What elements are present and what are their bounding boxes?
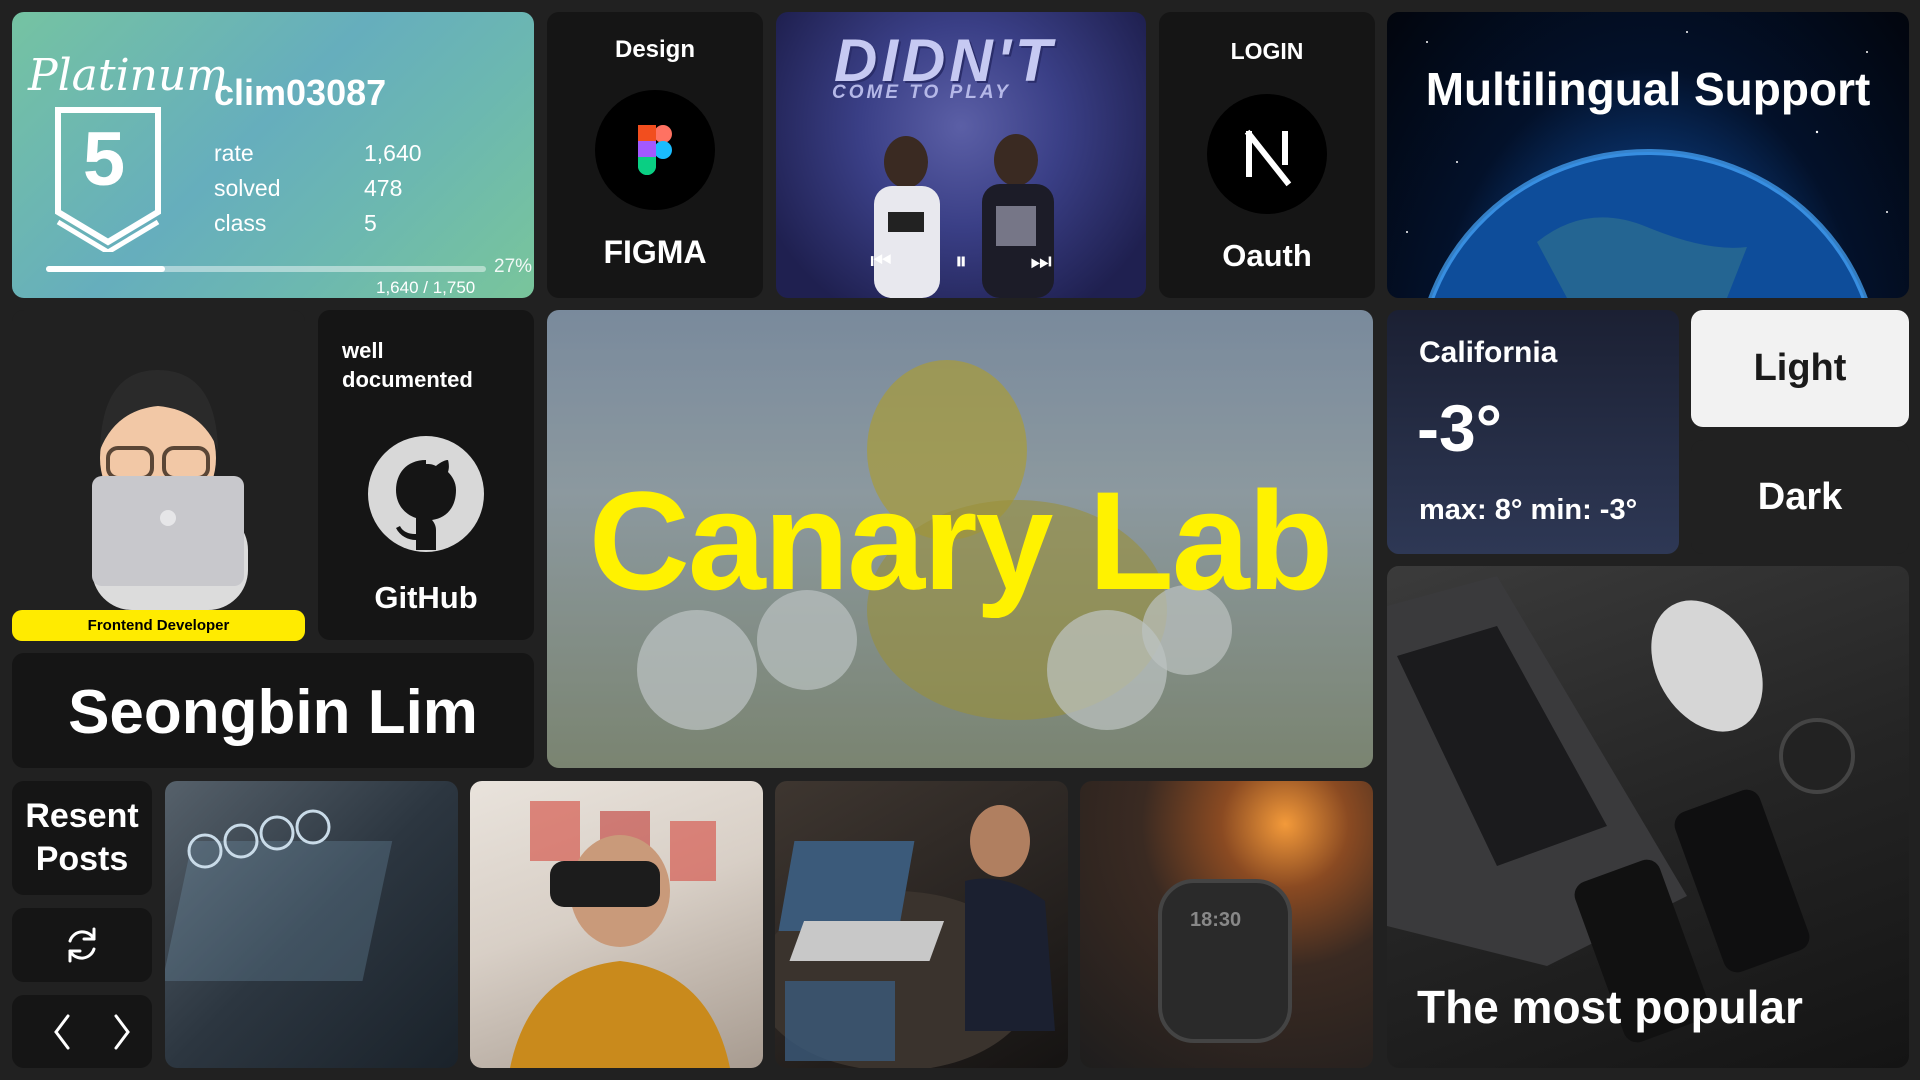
progress-percent: 27% [494, 256, 533, 277]
name-card: Seongbin Lim [12, 653, 534, 768]
tagline-line: documented [342, 367, 473, 392]
post-image-laptops [775, 805, 1055, 1068]
avatar-card [12, 310, 305, 642]
nextjs-logo-icon [1207, 94, 1327, 214]
solved-stats-card[interactable]: Platinum 5 clim03087 rate 1,640 solved 4… [12, 12, 534, 298]
recent-posts-text: Resent Posts [12, 795, 152, 881]
refresh-button[interactable] [12, 908, 152, 982]
tier-number: 5 [82, 117, 126, 202]
github-tagline: well documented [342, 336, 473, 394]
post-thumbnail[interactable] [470, 781, 763, 1068]
weather-temperature: -3° [1417, 391, 1503, 465]
stat-label: class [214, 210, 267, 236]
progress-bar-fill [46, 266, 165, 272]
pause-button[interactable]: ⏸ [941, 244, 981, 280]
tier-name: Platinum [28, 50, 229, 101]
hero-title: Canary Lab [588, 462, 1333, 619]
role-badge: Frontend Developer [12, 610, 305, 641]
posts-pager [12, 995, 152, 1068]
dark-theme-button[interactable]: Dark [1691, 440, 1909, 554]
figma-logo-icon [595, 90, 715, 210]
avatar [92, 370, 248, 610]
refresh-icon [12, 908, 152, 982]
login-label: Oauth [1222, 238, 1312, 273]
multilingual-card[interactable]: Multilingual Support [1387, 12, 1909, 298]
stat-value: 5 [364, 210, 377, 236]
developer-name: Seongbin Lim [68, 678, 478, 747]
stats-list: rate 1,640 solved 478 class 5 [214, 136, 444, 241]
previous-track-button[interactable]: ⏮ [861, 244, 901, 280]
most-popular-title: The most popular [1417, 981, 1803, 1033]
stat-row-rate: rate 1,640 [214, 136, 444, 171]
stat-label: rate [214, 140, 254, 166]
user-handle: clim03087 [214, 72, 387, 113]
figma-tile[interactable]: Design FIGMA [547, 12, 763, 298]
recent-posts-label: Resent Posts [12, 781, 152, 895]
figma-label: FIGMA [603, 234, 707, 270]
github-logo-icon [368, 436, 484, 552]
hero-banner[interactable]: Canary Lab [547, 310, 1373, 768]
weather-card: California -3° max: 8° min: -3° [1387, 310, 1679, 554]
album-subtitle: COME TO PLAY [832, 82, 1011, 103]
multilingual-title: Multilingual Support [1425, 63, 1871, 115]
post-thumbnail[interactable] [775, 781, 1068, 1068]
post-image-watch: 18:30 [1158, 879, 1292, 1043]
post-image-vr [510, 801, 730, 1068]
stat-row-solved: solved 478 [214, 171, 444, 206]
login-heading: LOGIN [1230, 38, 1304, 64]
figma-heading: Design [614, 36, 695, 63]
player-controls: ⏮ ⏸ ⏭ [776, 244, 1146, 280]
login-tile[interactable]: LOGIN Oauth [1159, 12, 1375, 298]
stat-value: 478 [364, 175, 403, 201]
weather-range: max: 8° min: -3° [1419, 494, 1638, 526]
github-label: GitHub [374, 580, 478, 615]
stat-row-class: class 5 [214, 206, 444, 241]
progress-bar [46, 266, 486, 272]
tagline-line: well [342, 338, 384, 363]
chevron-right-icon[interactable] [92, 995, 152, 1068]
stat-label: solved [214, 175, 281, 201]
post-image-hologram [165, 809, 393, 981]
post-thumbnail[interactable] [165, 781, 458, 1068]
chevron-left-icon[interactable] [32, 995, 92, 1068]
stat-value: 1,640 [364, 140, 422, 166]
most-popular-card[interactable]: The most popular [1387, 566, 1909, 1068]
weather-city: California [1419, 336, 1558, 369]
music-player-card[interactable]: DIDN'T COME TO PLAY ⏮ ⏸ ⏭ [776, 12, 1146, 298]
recent-posts-line: Resent [25, 797, 139, 835]
watch-time: 18:30 [1190, 909, 1241, 931]
light-theme-button[interactable]: Light [1691, 310, 1909, 427]
earth-image [1406, 31, 1888, 298]
next-track-button[interactable]: ⏭ [1021, 244, 1061, 280]
post-thumbnail[interactable]: 18:30 [1080, 781, 1373, 1068]
progress-text: 1,640 / 1,750 [376, 278, 476, 297]
recent-posts-line: Posts [35, 840, 129, 878]
github-tile[interactable]: well documented GitHub [318, 310, 534, 640]
